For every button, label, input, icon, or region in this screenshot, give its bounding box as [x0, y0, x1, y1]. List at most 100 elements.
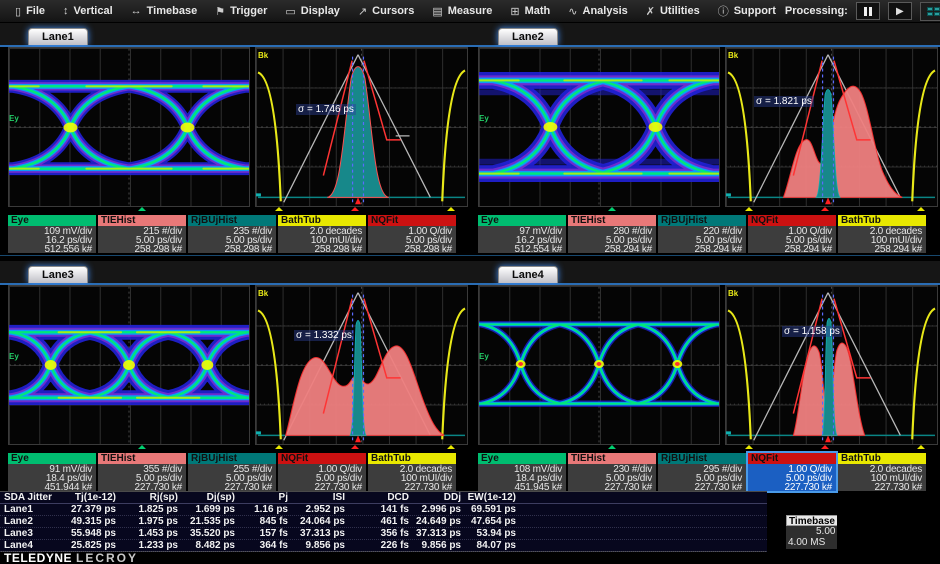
tab-lane4[interactable]: Lane4: [498, 266, 558, 283]
cell: 1.16 ps: [237, 504, 290, 515]
cursor-arrow-icon: ↗: [358, 5, 367, 18]
cell: 1.453 ps: [118, 528, 180, 539]
trace-markers: [470, 445, 940, 449]
mosaic-dropdown[interactable]: Mosaic: [920, 2, 940, 21]
cell: 157 fs: [237, 528, 290, 539]
cell: 53.94 ps: [463, 528, 518, 539]
bathtub-trace-label: Bk: [728, 51, 738, 60]
lane4-eye-diagram[interactable]: Ey: [478, 285, 720, 445]
jitter-table-header: SDA Jitter Tj(1e-12) Rj(sp) Dj(sp) Pj IS…: [0, 492, 767, 504]
lane4-jitter-histogram[interactable]: Bk σ = 1.158 ps: [725, 285, 938, 445]
lane2-jitter-histogram[interactable]: Bk σ = 1.821 ps: [725, 47, 938, 207]
descriptor-tiehist[interactable]: TIEHist 355 #/div5.00 ps/div227.730 k#: [98, 453, 186, 491]
descriptor-eye[interactable]: Eye 108 mV/div18.4 ps/div451.945 k#: [478, 453, 566, 491]
descriptor-nqfit[interactable]: NQFit 1.00 Q/div5.00 ps/div227.730 k#: [278, 453, 366, 491]
descriptor-nqfit-selected[interactable]: NQFit 1.00 Q/div5.00 ps/div227.730 k#: [748, 453, 836, 491]
pause-icon: [864, 7, 872, 16]
eye-marker-icon: [138, 445, 146, 449]
menu-timebase[interactable]: ↔Timebase: [122, 0, 207, 23]
descriptor-tiehist[interactable]: TIEHist 215 #/div5.00 ps/div258.298 k#: [98, 215, 186, 253]
descriptor-nqfit[interactable]: NQFit 1.00 Q/div5.00 ps/div258.294 k#: [748, 215, 836, 253]
lane2-group: Lane2 Ey: [470, 23, 940, 249]
descriptor-bathtub[interactable]: BathTub 2.0 decades100 mUI/div258.294 k#: [838, 215, 926, 253]
tab-lane2[interactable]: Lane2: [498, 28, 558, 45]
menu-cursors-label: Cursors: [372, 5, 414, 17]
row-label: Lane1: [0, 504, 62, 515]
descriptor-eye[interactable]: Eye 109 mV/div16.2 ps/div512.556 k#: [8, 215, 96, 253]
menu-support[interactable]: ⓘSupport: [709, 0, 785, 23]
pause-button[interactable]: [856, 2, 880, 20]
timebase-samples: 4.00 MS: [788, 537, 825, 548]
cell: 21.535 ps: [180, 516, 237, 527]
bathtub-marker-icon: [275, 207, 283, 211]
descriptor-rjbujhist[interactable]: RjBUjHist 220 #/div5.00 ps/div258.294 k#: [658, 215, 746, 253]
menu-file[interactable]: ▯File: [6, 0, 54, 23]
descriptor-title: NQFit: [278, 453, 366, 464]
descriptor-tiehist[interactable]: TIEHist 280 #/div5.00 ps/div258.294 k#: [568, 215, 656, 253]
eye-marker-icon: [138, 207, 146, 211]
cell: 356 fs: [347, 528, 411, 539]
descriptor-title: Eye: [8, 215, 96, 226]
tab-lane1[interactable]: Lane1: [28, 28, 88, 45]
cell: 1.825 ps: [118, 504, 180, 515]
descriptor-rjbujhist[interactable]: RjBUjHist 235 #/div5.00 ps/div258.298 k#: [188, 215, 276, 253]
cell: 47.654 ps: [463, 516, 518, 527]
cell: 141 fs: [347, 504, 411, 515]
cell: 25.825 ps: [62, 540, 118, 551]
row-label: Lane4: [0, 540, 62, 551]
menu-display[interactable]: ▭Display: [276, 0, 349, 23]
menu-utilities[interactable]: ✗Utilities: [637, 0, 709, 23]
col-header: ISI: [290, 492, 347, 503]
lane1-eye-diagram[interactable]: Ey: [8, 47, 250, 207]
menu-math[interactable]: ⊞Math: [501, 0, 559, 23]
oscilloscope-screen: ▯File ↕ Vertical ↔Timebase ⚑Trigger ▭Disp…: [0, 0, 940, 564]
menu-vertical[interactable]: ↕ Vertical: [54, 0, 122, 23]
table-row: Lane3 55.948 ps 1.453 ps 35.520 ps 157 f…: [0, 528, 767, 540]
descriptor-eye[interactable]: Eye 91 mV/div18.4 ps/div451.944 k#: [8, 453, 96, 491]
histogram-plot: [256, 48, 467, 206]
descriptor-rjbujhist[interactable]: RjBUjHist 295 #/div5.00 ps/div227.730 k#: [658, 453, 746, 491]
descriptor-bathtub[interactable]: BathTub 2.0 decades100 mUI/div258.298 k#: [278, 215, 366, 253]
col-header: DCD: [347, 492, 411, 503]
lane2-descriptors: Eye 97 mV/div16.2 ps/div512.554 k# TIEHi…: [470, 215, 940, 253]
menu-trigger[interactable]: ⚑Trigger: [206, 0, 276, 23]
descriptor-bathtub[interactable]: BathTub 2.0 decades100 mUI/div227.730 k#: [838, 453, 926, 491]
descriptor-bathtub[interactable]: BathTub 2.0 decades100 mUI/div227.730 k#: [368, 453, 456, 491]
sigma-readout: σ = 1.746 ps: [296, 104, 356, 115]
lane3-descriptors: Eye 91 mV/div18.4 ps/div451.944 k# TIEHi…: [0, 453, 470, 491]
descriptor-title: RjBUjHist: [658, 215, 746, 226]
menu-cursors[interactable]: ↗ Cursors: [349, 0, 423, 23]
lane3-eye-diagram[interactable]: Ey: [8, 285, 250, 445]
eye-marker-icon: [608, 445, 616, 449]
play-button[interactable]: ▶: [888, 2, 912, 20]
menu-analysis[interactable]: ∿Analysis: [559, 0, 636, 23]
lane1-jitter-histogram[interactable]: Bk σ = 1.746 ps: [255, 47, 468, 207]
menu-measure-label: Measure: [448, 5, 493, 17]
descriptor-rjbujhist[interactable]: RjBUjHist 255 #/div5.00 ps/div227.730 k#: [188, 453, 276, 491]
eye-marker-icon: [608, 207, 616, 211]
cell: 9.856 ps: [411, 540, 463, 551]
lane4-descriptors: Eye 108 mV/div18.4 ps/div451.945 k# TIEH…: [470, 453, 940, 491]
lane2-tabstrip: Lane2: [470, 23, 940, 45]
menu-vertical-label: Vertical: [74, 5, 113, 17]
col-header: DDj: [411, 492, 463, 503]
menu-utilities-label: Utilities: [660, 5, 700, 17]
descriptor-tiehist[interactable]: TIEHist 230 #/div5.00 ps/div227.730 k#: [568, 453, 656, 491]
vertical-arrows-icon: ↕: [63, 5, 69, 17]
cell: 364 fs: [237, 540, 290, 551]
lane2-eye-diagram[interactable]: Ey: [478, 47, 720, 207]
timebase-descriptor[interactable]: Timebase 5.00 4.00 MS 8: [786, 515, 837, 549]
cell: 37.313 ps: [290, 528, 347, 539]
tab-lane3[interactable]: Lane3: [28, 266, 88, 283]
trigger-flag-icon: ⚑: [215, 5, 225, 18]
descriptor-nqfit[interactable]: NQFit 1.00 Q/div5.00 ps/div258.298 k#: [368, 215, 456, 253]
descriptor-eye[interactable]: Eye 97 mV/div16.2 ps/div512.554 k#: [478, 215, 566, 253]
col-header: Tj(1e-12): [62, 492, 118, 503]
play-icon: ▶: [896, 6, 904, 17]
descriptor-title: TIEHist: [98, 215, 186, 226]
cell: 24.649 ps: [411, 516, 463, 527]
trace-markers: [0, 207, 470, 211]
descriptor-title: TIEHist: [98, 453, 186, 464]
lane3-jitter-histogram[interactable]: Bk σ = 1.332 ps: [255, 285, 468, 445]
menu-measure[interactable]: ▤Measure: [423, 0, 501, 23]
